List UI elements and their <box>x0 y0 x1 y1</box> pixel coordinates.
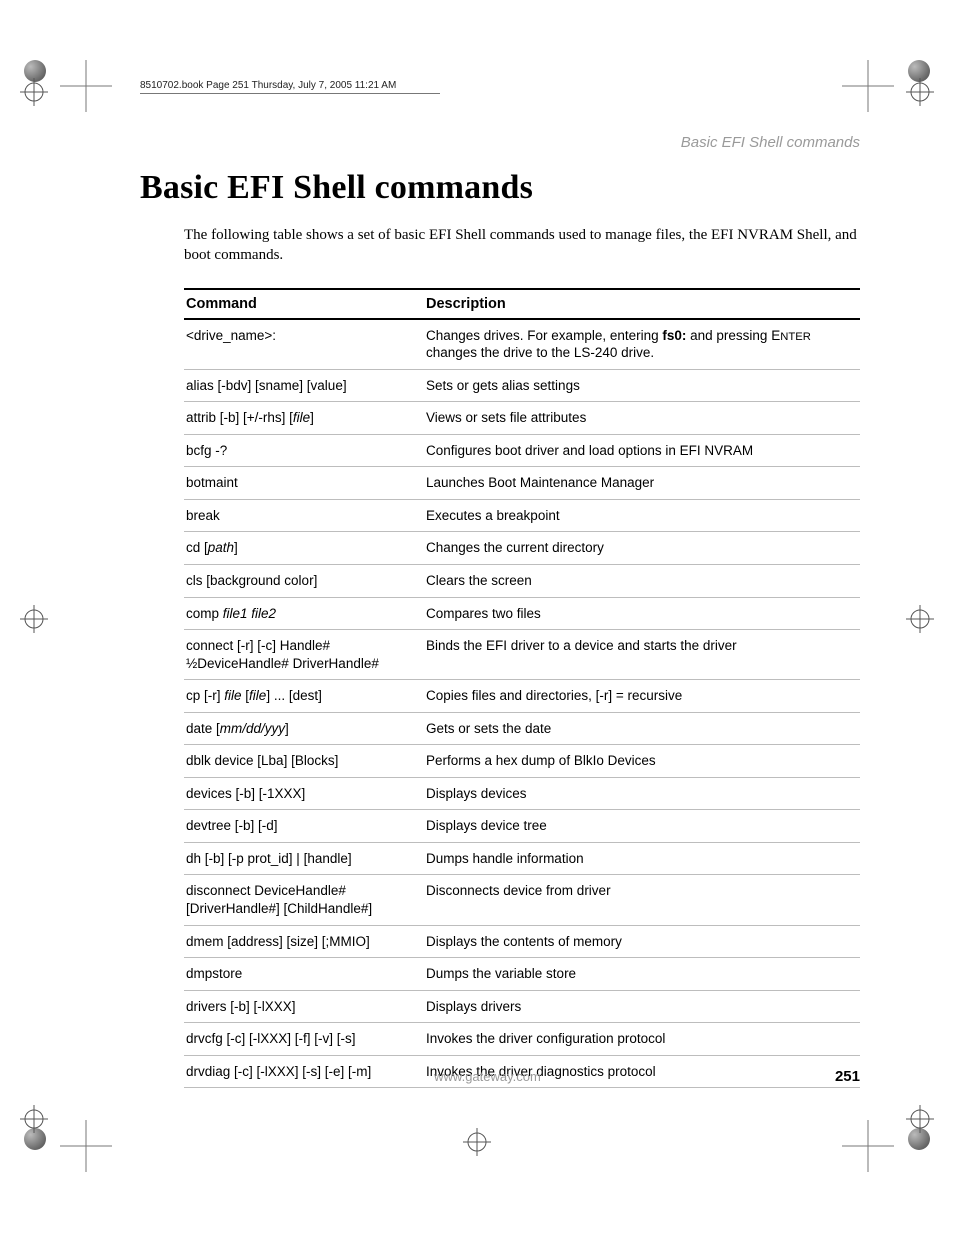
table-row: dmem [address] [size] [;MMIO]Displays th… <box>184 925 860 958</box>
description-cell: Launches Boot Maintenance Manager <box>424 467 860 500</box>
col-header-command: Command <box>184 289 424 319</box>
description-cell: Executes a breakpoint <box>424 499 860 532</box>
table-row: cd [path]Changes the current directory <box>184 532 860 565</box>
description-cell: Compares two files <box>424 597 860 630</box>
table-row: drvcfg [-c] [-lXXX] [-f] [-v] [-s]Invoke… <box>184 1023 860 1056</box>
intro-paragraph: The following table shows a set of basic… <box>184 225 860 266</box>
table-row: attrib [-b] [+/-rhs] [file]Views or sets… <box>184 402 860 435</box>
description-cell: Invokes the driver configuration protoco… <box>424 1023 860 1056</box>
command-cell: date [mm/dd/yyy] <box>184 712 424 745</box>
table-row: devices [-b] [-1XXX]Displays devices <box>184 777 860 810</box>
command-cell: devices [-b] [-1XXX] <box>184 777 424 810</box>
col-header-description: Description <box>424 289 860 319</box>
registration-mark-icon <box>906 605 934 633</box>
description-cell: Copies files and directories, [-r] = rec… <box>424 680 860 713</box>
registration-mark-icon <box>906 78 934 106</box>
command-cell: dmpstore <box>184 958 424 991</box>
description-cell: Disconnects device from driver <box>424 875 860 925</box>
command-cell: devtree [-b] [-d] <box>184 810 424 843</box>
command-cell: bcfg -? <box>184 434 424 467</box>
registration-mark-icon <box>906 1105 934 1133</box>
command-cell: dh [-b] [-p prot_id] | [handle] <box>184 842 424 875</box>
registration-mark-icon <box>20 605 48 633</box>
description-cell: Configures boot driver and load options … <box>424 434 860 467</box>
table-row: devtree [-b] [-d]Displays device tree <box>184 810 860 843</box>
book-meta-line: 8510702.book Page 251 Thursday, July 7, … <box>140 80 440 94</box>
registration-mark-icon <box>20 1105 48 1133</box>
table-row: dh [-b] [-p prot_id] | [handle]Dumps han… <box>184 842 860 875</box>
description-cell: Clears the screen <box>424 564 860 597</box>
table-row: dblk device [Lba] [Blocks]Performs a hex… <box>184 745 860 778</box>
description-cell: Dumps handle information <box>424 842 860 875</box>
command-cell: cls [background color] <box>184 564 424 597</box>
command-cell: drvcfg [-c] [-lXXX] [-f] [-v] [-s] <box>184 1023 424 1056</box>
crop-mark-icon <box>60 1120 112 1172</box>
running-head: Basic EFI Shell commands <box>140 134 860 151</box>
command-cell: cp [-r] file [file] ... [dest] <box>184 680 424 713</box>
table-row: bcfg -?Configures boot driver and load o… <box>184 434 860 467</box>
page-number: 251 <box>835 1068 860 1085</box>
description-cell: Sets or gets alias settings <box>424 369 860 402</box>
command-cell: connect [-r] [-c] Handle# ½DeviceHandle#… <box>184 630 424 680</box>
description-cell: Binds the EFI driver to a device and sta… <box>424 630 860 680</box>
command-cell: attrib [-b] [+/-rhs] [file] <box>184 402 424 435</box>
description-cell: Displays devices <box>424 777 860 810</box>
table-row: disconnect DeviceHandle# [DriverHandle#]… <box>184 875 860 925</box>
table-row: alias [-bdv] [sname] [value]Sets or gets… <box>184 369 860 402</box>
description-cell: Changes the current directory <box>424 532 860 565</box>
command-cell: cd [path] <box>184 532 424 565</box>
command-cell: alias [-bdv] [sname] [value] <box>184 369 424 402</box>
page-footer: www.gateway.com 251 <box>140 1068 860 1085</box>
page-title: Basic EFI Shell commands <box>140 169 860 207</box>
command-cell: <drive_name>: <box>184 319 424 370</box>
table-row: cls [background color]Clears the screen <box>184 564 860 597</box>
table-row: connect [-r] [-c] Handle# ½DeviceHandle#… <box>184 630 860 680</box>
description-cell: Changes drives. For example, entering fs… <box>424 319 860 370</box>
command-cell: comp file1 file2 <box>184 597 424 630</box>
description-cell: Views or sets file attributes <box>424 402 860 435</box>
table-row: breakExecutes a breakpoint <box>184 499 860 532</box>
table-row: comp file1 file2Compares two files <box>184 597 860 630</box>
crop-mark-icon <box>842 1120 894 1172</box>
table-row: <drive_name>:Changes drives. For example… <box>184 319 860 370</box>
description-cell: Performs a hex dump of BlkIo Devices <box>424 745 860 778</box>
crop-mark-icon <box>60 60 112 112</box>
registration-mark-icon <box>20 78 48 106</box>
table-row: date [mm/dd/yyy]Gets or sets the date <box>184 712 860 745</box>
description-cell: Displays device tree <box>424 810 860 843</box>
command-cell: disconnect DeviceHandle# [DriverHandle#]… <box>184 875 424 925</box>
table-row: botmaintLaunches Boot Maintenance Manage… <box>184 467 860 500</box>
table-row: cp [-r] file [file] ... [dest]Copies fil… <box>184 680 860 713</box>
registration-mark-icon <box>463 1128 491 1156</box>
command-cell: botmaint <box>184 467 424 500</box>
table-row: drivers [-b] [-lXXX]Displays drivers <box>184 990 860 1023</box>
command-cell: dmem [address] [size] [;MMIO] <box>184 925 424 958</box>
command-cell: drivers [-b] [-lXXX] <box>184 990 424 1023</box>
description-cell: Displays drivers <box>424 990 860 1023</box>
description-cell: Displays the contents of memory <box>424 925 860 958</box>
description-cell: Gets or sets the date <box>424 712 860 745</box>
command-cell: dblk device [Lba] [Blocks] <box>184 745 424 778</box>
footer-url: www.gateway.com <box>434 1069 541 1084</box>
description-cell: Dumps the variable store <box>424 958 860 991</box>
command-cell: break <box>184 499 424 532</box>
commands-table: Command Description <drive_name>:Changes… <box>184 288 860 1089</box>
page-content: 8510702.book Page 251 Thursday, July 7, … <box>140 80 860 1088</box>
table-row: dmpstoreDumps the variable store <box>184 958 860 991</box>
